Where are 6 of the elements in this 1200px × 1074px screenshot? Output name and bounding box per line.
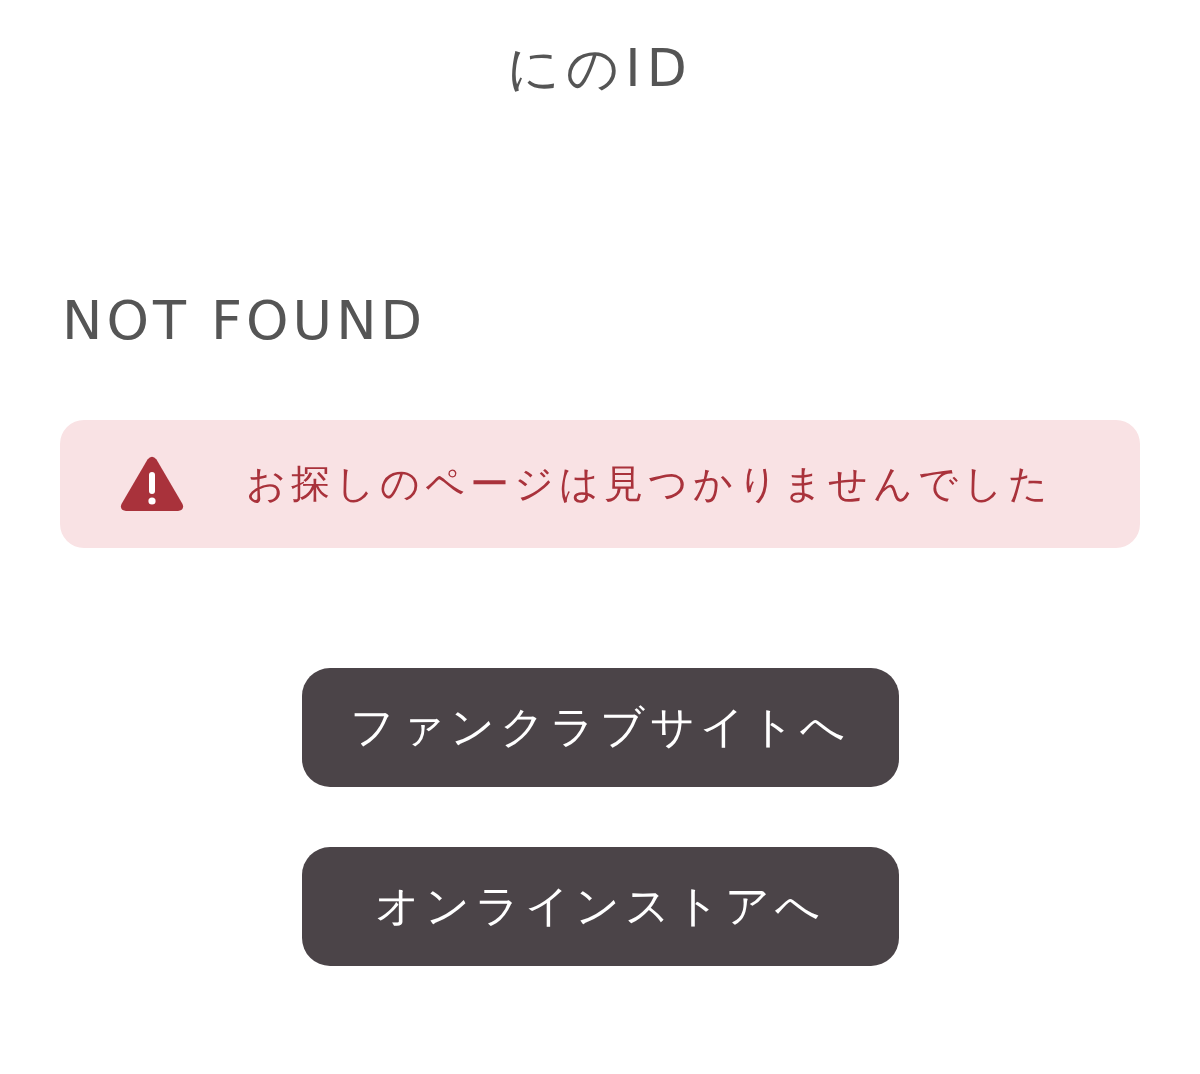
link-button[interactable]: オンラインストアへ <box>301 847 899 966</box>
alert-message: お探しのページは見つかりませんでした <box>246 460 1053 508</box>
link-button[interactable]: ファンクラブサイトへ <box>301 668 899 787</box>
warning-icon <box>120 456 184 512</box>
site-title: にのID <box>506 37 694 94</box>
page-heading: NOT FOUND <box>61 294 428 348</box>
